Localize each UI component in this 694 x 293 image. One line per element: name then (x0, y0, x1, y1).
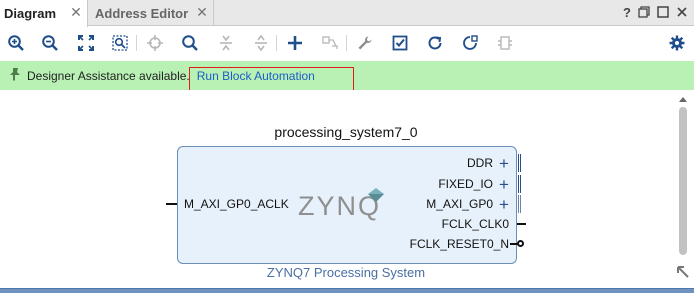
optimize-routing-icon[interactable] (460, 33, 480, 53)
resize-arrow-icon[interactable] (676, 265, 690, 279)
toolbar-separator (136, 35, 137, 51)
bottom-divider (0, 288, 694, 293)
bus-connector (518, 154, 521, 172)
inverted-port-circle (517, 240, 524, 247)
tab-diagram[interactable]: Diagram ✕ (0, 0, 88, 27)
port-m-axi-gp0[interactable]: M_AXI_GP0 (426, 197, 493, 211)
add-ip-icon[interactable] (285, 33, 305, 53)
help-icon[interactable]: ? (620, 5, 634, 20)
toolbar-separator (276, 35, 277, 51)
fclk-clk0-wire (517, 223, 526, 225)
collapse-vertical-icon[interactable] (216, 33, 236, 53)
diagram-window: Diagram ✕ Address Editor ✕ ? Designer As… (0, 0, 694, 293)
scroll-thumb[interactable] (679, 107, 687, 255)
zynq-logo-mark (368, 188, 384, 202)
diagram-toolbar (0, 27, 694, 60)
validate-icon[interactable] (390, 33, 410, 53)
settings-gear-icon[interactable] (667, 33, 687, 53)
left-port-wire (166, 203, 177, 205)
make-connection-icon[interactable] (320, 33, 340, 53)
maximize-icon[interactable] (656, 5, 670, 19)
block-instance-name: processing_system7_0 (274, 124, 418, 140)
center-icon[interactable] (145, 33, 165, 53)
vertical-scrollbar[interactable] (673, 95, 694, 285)
expand-plus-icon[interactable]: + (499, 155, 509, 172)
port-fixed-io[interactable]: FIXED_IO (438, 177, 493, 191)
restore-icon[interactable] (637, 5, 651, 19)
ports-icon[interactable] (495, 33, 515, 53)
zoom-out-icon[interactable] (40, 33, 60, 53)
close-icon[interactable]: ✕ (196, 4, 208, 21)
block-subtitle: ZYNQ7 Processing System (266, 265, 426, 280)
expand-plus-icon[interactable]: + (499, 196, 509, 213)
bus-connector (518, 175, 521, 193)
tab-bar: Diagram ✕ Address Editor ✕ ? (0, 0, 694, 27)
zoom-area-icon[interactable] (110, 33, 130, 53)
tab-diagram-label: Diagram (4, 6, 57, 21)
bus-connector (518, 195, 521, 213)
banner-message: Designer Assistance available. (27, 68, 190, 83)
toolbar-separator (346, 35, 347, 51)
tab-address-editor-label: Address Editor (95, 5, 189, 21)
expand-vertical-icon[interactable] (251, 33, 271, 53)
expand-plus-icon[interactable]: + (499, 176, 509, 193)
run-block-automation-link[interactable]: Run Block Automation (197, 69, 315, 83)
port-fclk-reset0-n[interactable]: FCLK_RESET0_N (410, 237, 509, 251)
pin-icon (4, 67, 26, 84)
close-icon[interactable] (675, 5, 689, 19)
close-icon[interactable]: ✕ (70, 4, 82, 21)
port-m-axi-gp0-aclk[interactable]: M_AXI_GP0_ACLK (184, 197, 289, 211)
port-ddr[interactable]: DDR (467, 156, 493, 170)
zoom-fit-icon[interactable] (76, 33, 96, 53)
regenerate-icon[interactable] (425, 33, 445, 53)
scroll-up-arrow[interactable] (679, 97, 687, 102)
designer-assistance-banner: Designer Assistance available. Run Block… (0, 61, 694, 90)
properties-wrench-icon[interactable] (355, 33, 375, 53)
search-icon[interactable] (180, 33, 200, 53)
zoom-in-icon[interactable] (6, 33, 26, 53)
tab-address-editor[interactable]: Address Editor ✕ (88, 0, 214, 26)
port-fclk-clk0[interactable]: FCLK_CLK0 (442, 217, 509, 231)
